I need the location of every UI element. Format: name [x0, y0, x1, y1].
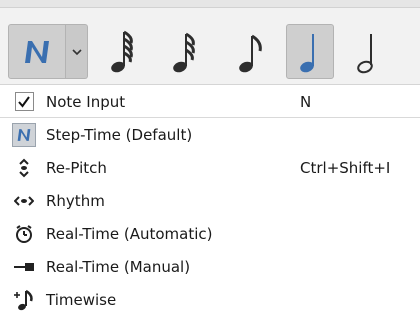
menu-item-label: Step-Time (Default)	[46, 125, 193, 144]
menu-item-label: Re-Pitch	[46, 158, 107, 177]
menu-item-label: Timewise	[46, 290, 117, 309]
menu-item-label: Real-Time (Automatic)	[46, 224, 213, 243]
thirty-second-note-button[interactable]	[160, 24, 208, 79]
stopwatch-icon	[12, 222, 36, 246]
step-time-n-icon	[25, 40, 49, 63]
sixty-fourth-note-icon	[111, 30, 133, 72]
half-note-icon	[357, 33, 373, 73]
note-input-mode-dropdown[interactable]	[66, 24, 88, 79]
chevron-down-icon	[71, 48, 82, 55]
note-input-mode-button[interactable]	[8, 24, 66, 79]
menu-item-label: Note Input	[46, 92, 126, 111]
menu-item-shortcut: Ctrl+Shift+I	[300, 158, 391, 177]
window-top-strip	[0, 0, 420, 8]
checkbox-checked-icon[interactable]	[12, 90, 36, 114]
sixteenth-note-icon	[239, 34, 262, 72]
menu-item-shortcut: N	[300, 92, 312, 111]
step-time-icon	[12, 122, 36, 147]
menu-item-note-input[interactable]: Note Input N	[0, 85, 420, 118]
re-pitch-icon	[12, 156, 36, 180]
menu-item-step-time[interactable]: Step-Time (Default)	[0, 118, 420, 151]
menu-item-real-time-manual[interactable]: Real-Time (Manual)	[0, 250, 420, 283]
note-input-menu: Note Input N Step-Time (Default) Re-Pitc…	[0, 84, 420, 319]
menu-item-timewise[interactable]: Timewise	[0, 283, 420, 316]
note-input-checkbox[interactable]	[14, 92, 34, 111]
quarter-note-button[interactable]	[286, 24, 334, 79]
menu-item-label: Rhythm	[46, 191, 105, 210]
half-note-button[interactable]	[344, 24, 392, 79]
sixteenth-note-button[interactable]	[226, 24, 274, 79]
rhythm-icon	[12, 189, 36, 213]
timewise-icon	[12, 288, 36, 312]
checkmark-icon	[18, 95, 30, 108]
real-time-manual-icon	[12, 255, 36, 279]
menu-item-rhythm[interactable]: Rhythm	[0, 184, 420, 217]
quarter-note-icon	[300, 33, 314, 72]
menu-item-re-pitch[interactable]: Re-Pitch Ctrl+Shift+I	[0, 151, 420, 184]
note-input-toolbar	[0, 8, 420, 84]
sixty-fourth-note-button[interactable]	[98, 24, 146, 79]
menu-item-real-time-automatic[interactable]: Real-Time (Automatic)	[0, 217, 420, 250]
thirty-second-note-icon	[173, 32, 195, 72]
menu-item-label: Real-Time (Manual)	[46, 257, 191, 276]
